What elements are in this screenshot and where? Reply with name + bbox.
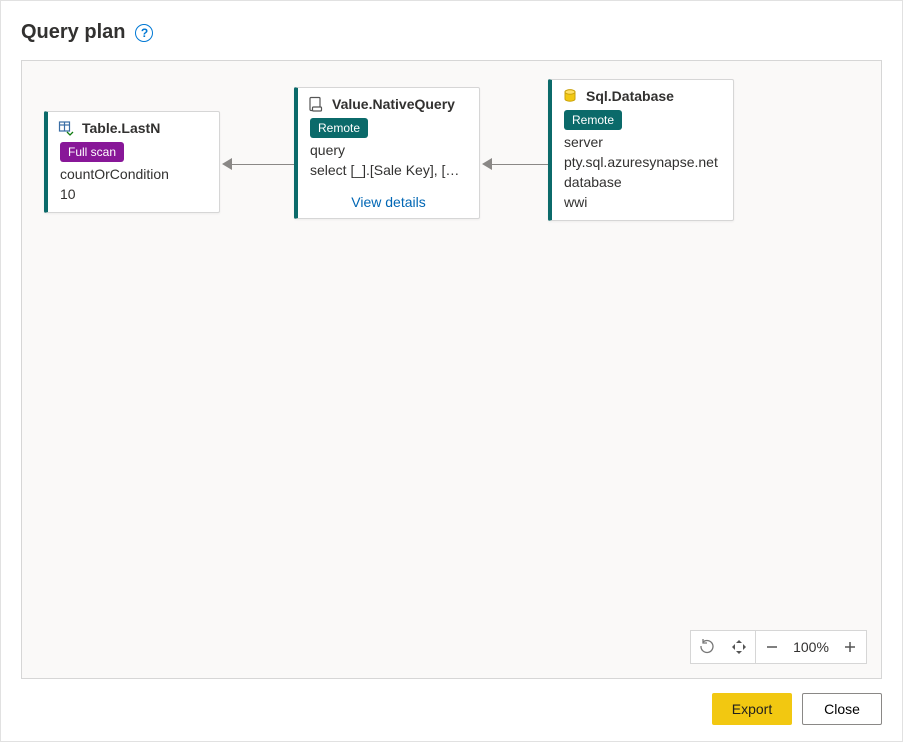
- arrow-connector: [492, 164, 548, 165]
- zoom-level: 100%: [788, 639, 834, 655]
- param-value: 10: [60, 186, 207, 202]
- node-title: Sql.Database: [586, 88, 674, 104]
- reset-view-button[interactable]: [691, 639, 723, 655]
- node-value-nativequery[interactable]: Value.NativeQuery Remote query select [_…: [294, 87, 480, 219]
- dialog-header: Query plan ?: [21, 21, 882, 44]
- fit-view-button[interactable]: [723, 639, 755, 655]
- plus-icon: [843, 640, 857, 654]
- minus-icon: [765, 640, 779, 654]
- arrow-head-icon: [222, 158, 232, 170]
- node-table-lastn[interactable]: Table.LastN Full scan countOrCondition 1…: [44, 111, 220, 213]
- export-button[interactable]: Export: [712, 693, 792, 725]
- badge-remote: Remote: [564, 110, 622, 130]
- server-value: pty.sql.azuresynapse.net: [564, 154, 721, 170]
- close-button[interactable]: Close: [802, 693, 882, 725]
- view-details-link[interactable]: View details: [298, 188, 479, 218]
- database-key: database: [564, 174, 721, 190]
- query-plan-canvas[interactable]: Table.LastN Full scan countOrCondition 1…: [21, 60, 882, 679]
- node-sql-database[interactable]: Sql.Database Remote server pty.sql.azure…: [548, 79, 734, 221]
- badge-full-scan: Full scan: [60, 142, 124, 162]
- arrow-head-icon: [482, 158, 492, 170]
- param-key: countOrCondition: [60, 166, 207, 182]
- zoom-in-button[interactable]: [834, 640, 866, 654]
- dialog-title: Query plan: [21, 21, 125, 44]
- query-plan-dialog: Query plan ? Table.LastN Full scan count: [0, 0, 903, 742]
- database-value: wwi: [564, 194, 721, 210]
- help-icon[interactable]: ?: [135, 24, 153, 42]
- param-key: query: [310, 142, 467, 158]
- fit-icon: [731, 639, 747, 655]
- table-icon: [58, 120, 74, 136]
- badge-remote: Remote: [310, 118, 368, 138]
- zoom-out-button[interactable]: [756, 640, 788, 654]
- reset-icon: [699, 639, 715, 655]
- database-icon: [562, 88, 578, 104]
- node-title: Value.NativeQuery: [332, 96, 455, 112]
- param-value: select [_].[Sale Key], [_]....: [310, 162, 467, 178]
- server-key: server: [564, 134, 721, 150]
- script-icon: [308, 96, 324, 112]
- arrow-connector: [232, 164, 294, 165]
- node-title: Table.LastN: [82, 120, 160, 136]
- zoom-toolbar: 100%: [690, 630, 867, 664]
- dialog-footer: Export Close: [21, 679, 882, 725]
